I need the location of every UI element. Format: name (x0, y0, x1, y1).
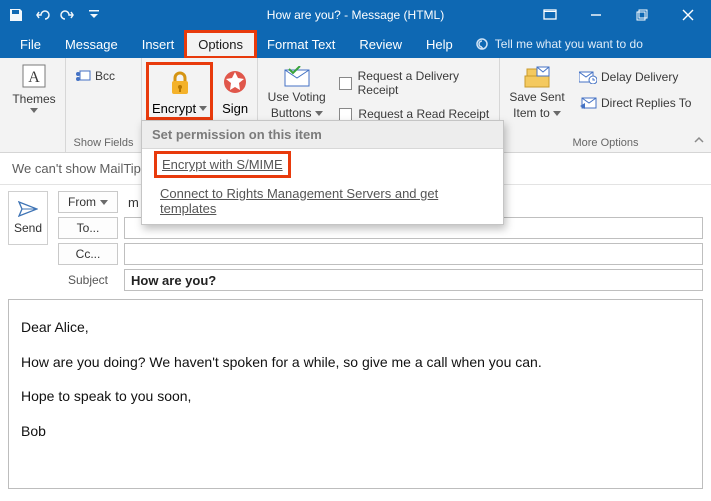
delay-delivery-button[interactable]: Delay Delivery (576, 69, 694, 85)
tab-options[interactable]: Options (186, 32, 255, 57)
group-show-fields: Show Fields (72, 137, 135, 150)
read-receipt-checkbox[interactable]: Request a Read Receipt (339, 107, 493, 121)
to-button[interactable]: To... (58, 217, 118, 239)
close-button[interactable] (665, 0, 711, 30)
voting-l2: Buttons (271, 106, 312, 120)
save-icon[interactable] (8, 7, 24, 23)
restore-button[interactable] (619, 0, 665, 30)
ribbon-tabs: File Message Insert Options Format Text … (0, 30, 711, 58)
tab-format-text[interactable]: Format Text (255, 32, 347, 57)
save-sent-item-button[interactable]: Save Sent Item to (506, 66, 568, 120)
send-label: Send (14, 221, 42, 235)
from-value: m (124, 195, 139, 210)
bcc-label: Bcc (95, 69, 115, 83)
body-line: Bob (21, 418, 690, 445)
body-line: How are you doing? We haven't spoken for… (21, 349, 690, 376)
tab-message[interactable]: Message (53, 32, 130, 57)
dropdown-header: Set permission on this item (142, 121, 503, 149)
qat-customize-icon[interactable] (86, 7, 102, 23)
delivery-receipt-label: Request a Delivery Receipt (358, 69, 493, 97)
subject-field[interactable] (124, 269, 703, 291)
connect-rms-item[interactable]: Connect to Rights Management Servers and… (142, 178, 503, 224)
tell-me-label: Tell me what you want to do (495, 37, 643, 51)
redo-icon[interactable] (60, 7, 76, 23)
from-button[interactable]: From (58, 191, 118, 213)
cc-button[interactable]: Cc... (58, 243, 118, 265)
encrypt-smime-item[interactable]: Encrypt with S/MIME (156, 153, 289, 176)
svg-text:A: A (28, 69, 40, 86)
voting-l1: Use Voting (268, 90, 326, 104)
encrypt-label: Encrypt (152, 101, 196, 116)
bcc-button[interactable]: Bcc (72, 68, 118, 84)
window-maximize-icon[interactable] (527, 0, 573, 30)
delivery-receipt-checkbox[interactable]: Request a Delivery Receipt (339, 69, 493, 97)
themes-label: Themes (12, 92, 55, 106)
titlebar: How are you? - Message (HTML) (0, 0, 711, 30)
tab-file[interactable]: File (8, 32, 53, 57)
sign-button[interactable]: Sign (217, 64, 253, 118)
direct-replies-label: Direct Replies To (601, 96, 691, 110)
tab-insert[interactable]: Insert (130, 32, 187, 57)
encrypt-dropdown: Set permission on this item Encrypt with… (141, 120, 504, 225)
send-button[interactable]: Send (8, 191, 48, 245)
tab-help[interactable]: Help (414, 32, 465, 57)
encrypt-button[interactable]: Encrypt (148, 64, 211, 118)
undo-icon[interactable] (34, 7, 50, 23)
save-sent-l2: Item to (513, 106, 550, 120)
read-receipt-label: Request a Read Receipt (358, 107, 489, 121)
voting-buttons[interactable]: Use Voting Buttons (264, 66, 329, 120)
tell-me-search[interactable]: Tell me what you want to do (475, 37, 643, 51)
message-body[interactable]: Dear Alice, How are you doing? We haven'… (8, 299, 703, 489)
cc-field[interactable] (124, 243, 703, 265)
minimize-button[interactable] (573, 0, 619, 30)
collapse-ribbon-icon[interactable] (693, 134, 705, 146)
themes-button[interactable]: A Themes (6, 62, 62, 113)
subject-label: Subject (58, 273, 118, 287)
direct-replies-button[interactable]: Direct Replies To (576, 95, 694, 111)
group-more-options: More Options (506, 137, 705, 150)
body-line: Hope to speak to you soon, (21, 383, 690, 410)
delay-delivery-label: Delay Delivery (601, 70, 678, 84)
tab-review[interactable]: Review (347, 32, 414, 57)
sign-label: Sign (222, 101, 248, 116)
save-sent-l1: Save Sent (509, 90, 564, 104)
ribbon: A Themes Bcc Show Fields Encry (0, 58, 711, 153)
body-line: Dear Alice, (21, 314, 690, 341)
